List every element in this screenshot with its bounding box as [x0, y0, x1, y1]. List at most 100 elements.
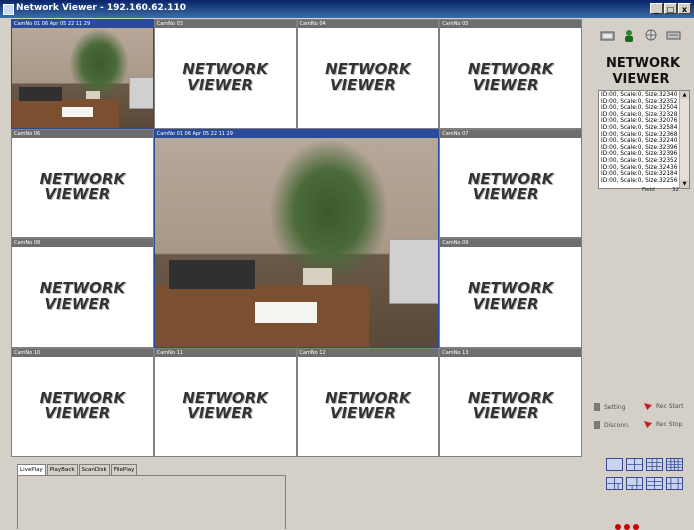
camera-label: CamNo 08 — [12, 239, 153, 247]
layout-4-icon[interactable] — [626, 458, 643, 471]
camera-cell[interactable]: CamNo 01 06 Apr 05 22 11 29 — [11, 19, 154, 129]
logo-line-2: VIEWER — [44, 294, 111, 313]
brand-logo: NETWORK VIEWER — [606, 56, 680, 87]
tab-fileplay[interactable]: FilePlay — [110, 464, 138, 475]
list-item[interactable]: ID:00, Scale:0, Size:32340 — [601, 92, 679, 99]
list-item[interactable]: ID:00, Scale:0, Size:32396 — [601, 145, 679, 152]
tab-playback[interactable]: PlayBack — [46, 464, 78, 475]
list-item[interactable]: ID:00, Scale:0, Size:32504 — [601, 105, 679, 112]
no-signal-logo: NETWORK VIEWER — [440, 357, 581, 457]
camera-cell[interactable]: CamNo 03 NETWORK VIEWER — [154, 20, 296, 128]
close-button[interactable]: x — [678, 3, 691, 14]
camera-grid: CamNo 01 06 Apr 05 22 11 29 CamNo 03 NETWO… — [11, 19, 582, 457]
scroll-down-icon[interactable]: ▼ — [680, 180, 689, 188]
camera-label: CamNo 03 — [154, 20, 296, 28]
list-item[interactable]: ID:00, Scale:0, Size:32184 — [601, 171, 679, 178]
camera-label: CamNo 04 — [297, 20, 439, 28]
app-icon — [3, 4, 14, 15]
record-dot-icon — [615, 524, 621, 530]
log-scrollbar[interactable]: ▲ ▼ — [679, 91, 689, 188]
camera-label: CamNo 09 — [440, 239, 581, 247]
camera-cell[interactable]: CamNo 06 NETWORK VIEWER — [12, 129, 153, 238]
no-signal-logo: NETWORK VIEWER — [12, 357, 153, 457]
camera-feed-image — [12, 28, 153, 128]
logo-line-2: VIEWER — [329, 404, 396, 423]
title-bar: Network Viewer - 192.160.62.110 _ □ x — [0, 0, 694, 18]
scroll-up-icon[interactable]: ▲ — [680, 91, 689, 99]
rec-stop-button[interactable]: Rec Stop — [644, 421, 682, 428]
mode-tabs: LivePlay PlayBack ScanDisk FilePlay — [17, 464, 138, 475]
layout-13-icon[interactable] — [666, 477, 683, 490]
camera-label: CamNo 01 06 Apr 05 22 11 29 — [154, 129, 439, 138]
no-signal-logo: NETWORK VIEWER — [298, 357, 439, 457]
camera-cell[interactable]: CamNo 10 NETWORK VIEWER — [12, 348, 153, 457]
record-dot-icon — [633, 524, 639, 530]
setting-button[interactable]: Setting — [594, 403, 625, 411]
feed-plant — [69, 28, 130, 100]
logo-line-2: VIEWER — [472, 294, 539, 313]
camera-cell[interactable]: CamNo 08 NETWORK VIEWER — [12, 239, 153, 347]
tab-liveplay[interactable]: LivePlay — [17, 464, 46, 475]
bottom-panel: LivePlay PlayBack ScanDisk FilePlay — [11, 457, 586, 529]
layout-1-icon[interactable] — [606, 458, 623, 471]
list-item[interactable]: ID:00, Scale:0, Size:32584 — [601, 125, 679, 132]
disconnect-icon — [594, 421, 600, 429]
minimize-button[interactable]: _ — [650, 3, 663, 14]
no-signal-logo: NETWORK VIEWER — [12, 138, 153, 238]
disconnect-button[interactable]: Disconn. — [594, 421, 630, 429]
camera-cell[interactable]: CamNo 13 NETWORK VIEWER — [440, 348, 581, 457]
camera-label: CamNo 06 — [12, 129, 153, 138]
window-title: Network Viewer - 192.160.62.110 — [16, 3, 186, 13]
list-item[interactable]: ID:00, Scale:0, Size:32256 — [601, 178, 679, 185]
monitor-icon[interactable] — [600, 29, 615, 42]
camera-feed-image — [154, 137, 439, 347]
layout-9-icon[interactable] — [646, 458, 663, 471]
rec-stop-icon — [644, 421, 652, 428]
layout-6-icon[interactable] — [606, 477, 623, 490]
no-signal-logo: NETWORK VIEWER — [155, 357, 296, 457]
maximize-button[interactable]: □ — [664, 3, 677, 14]
logo-line-2: VIEWER — [187, 404, 254, 423]
camera-label: CamNo 05 — [440, 20, 581, 28]
frame-log-list[interactable]: ID:00, Scale:0, Size:32340 ID:00, Scale:0… — [598, 90, 690, 189]
rec-stop-label: Rec Stop — [656, 421, 683, 428]
layout-10-icon[interactable] — [646, 477, 663, 490]
list-item[interactable]: ID:00, Scale:0, Size:32240 — [601, 138, 679, 145]
field-label: Field — [642, 187, 655, 193]
camera-cell[interactable]: CamNo 05 NETWORK VIEWER — [440, 20, 581, 128]
user-icon[interactable] — [622, 29, 637, 42]
brand-line-1: NETWORK — [606, 56, 681, 71]
logo-line-2: VIEWER — [472, 185, 539, 204]
camera-cell[interactable]: CamNo 04 NETWORK VIEWER — [297, 20, 439, 128]
camera-cell[interactable]: CamNo 11 NETWORK VIEWER — [154, 348, 296, 457]
brand-line-2: VIEWER — [612, 71, 670, 87]
record-indicators — [615, 524, 639, 530]
control-panel: NETWORK VIEWER ID:00, Scale:0, Size:3234… — [586, 19, 694, 530]
network-icon[interactable] — [644, 29, 659, 42]
field-value: 32 — [672, 187, 679, 193]
no-signal-logo: NETWORK VIEWER — [440, 28, 581, 128]
list-item[interactable]: ID:00, Scale:0, Size:32396 — [601, 151, 679, 158]
keyboard-icon[interactable] — [666, 29, 681, 42]
list-item[interactable]: ID:00, Scale:0, Size:32368 — [601, 132, 679, 139]
camera-cell[interactable]: CamNo 12 NETWORK VIEWER — [297, 348, 439, 457]
list-item[interactable]: ID:00, Scale:0, Size:32352 — [601, 158, 679, 165]
feed-dark — [19, 86, 62, 102]
logo-line-2: VIEWER — [472, 75, 539, 94]
camera-cell[interactable]: CamNo 07 NETWORK VIEWER — [440, 129, 581, 237]
rec-start-button[interactable]: Rec Start — [644, 403, 683, 410]
camera-label: CamNo 07 — [440, 129, 581, 138]
camera-cell[interactable]: CamNo 09 NETWORK VIEWER — [440, 239, 581, 347]
disconnect-label: Disconn. — [604, 421, 630, 429]
main-camera-view[interactable]: CamNo 01 06 Apr 05 22 11 29 — [153, 128, 440, 348]
list-item[interactable]: ID:00, Scale:0, Size:32436 — [601, 165, 679, 172]
layout-8-icon[interactable] — [626, 477, 643, 490]
list-item[interactable]: ID:00, Scale:0, Size:32328 — [601, 112, 679, 119]
camera-label: CamNo 12 — [297, 348, 439, 357]
tab-scandisk[interactable]: ScanDisk — [78, 464, 110, 475]
setting-label: Setting — [604, 403, 626, 411]
list-item[interactable]: ID:00, Scale:0, Size:32076 — [601, 118, 679, 125]
layout-16-icon[interactable] — [666, 458, 683, 471]
list-item[interactable]: ID:00, Scale:0, Size:32352 — [601, 99, 679, 106]
no-signal-logo: NETWORK VIEWER — [155, 28, 296, 128]
